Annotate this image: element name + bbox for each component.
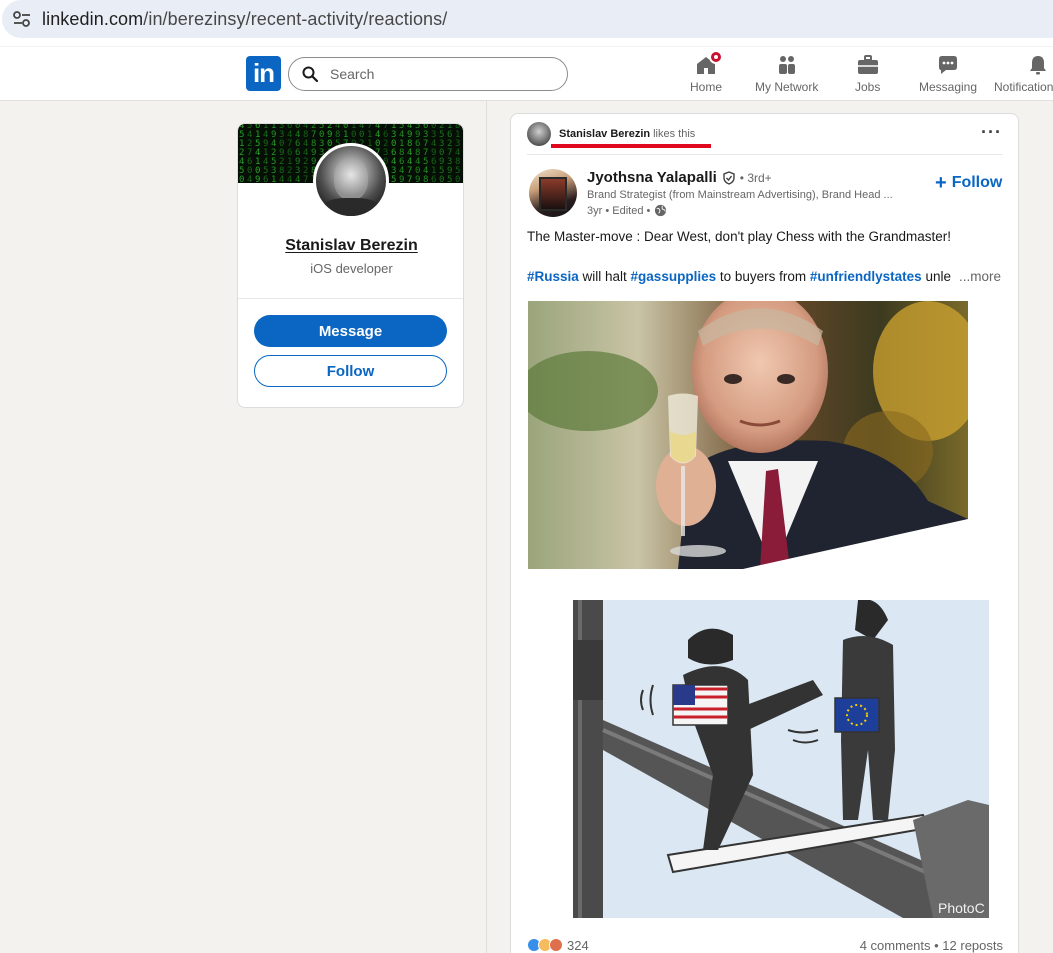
verified-icon: [722, 170, 736, 185]
post-image-cartoon[interactable]: PhotoC: [573, 600, 989, 918]
post-text-fragment: will halt: [578, 269, 631, 284]
hashtag-link[interactable]: #Russia: [527, 269, 579, 284]
url-path: /in/berezinsy/recent-activity/reactions/: [143, 8, 448, 29]
notification-badge: [709, 50, 723, 64]
love-reaction-icon: [549, 938, 563, 952]
post-text-line2: #Russia will halt #gassupplies to buyers…: [527, 269, 1007, 284]
plus-icon: +: [935, 172, 947, 194]
site-settings-icon[interactable]: [2, 0, 42, 38]
home-icon: [694, 50, 723, 77]
browser-address-bar: linkedin.com/in/berezinsy/recent-activit…: [0, 0, 1053, 46]
author-headline: Brand Strategist (from Mainstream Advert…: [587, 189, 893, 201]
profile-title: iOS developer: [310, 261, 393, 276]
activity-actor[interactable]: Stanislav Berezin: [559, 128, 650, 140]
avatar-frame: [539, 177, 567, 211]
hashtag-link[interactable]: #unfriendlystates: [810, 269, 922, 284]
nav-home[interactable]: Home: [690, 50, 723, 97]
matrix-code-column: 6377548: [423, 124, 429, 183]
comments-reposts-count[interactable]: 4 comments • 12 reposts: [860, 938, 1003, 953]
post-meta: 3yr • Edited •: [587, 204, 667, 217]
column-divider: [486, 101, 487, 953]
matrix-code-column: 5418649: [399, 124, 405, 183]
post-text-line1: The Master-move : Dear West, don't play …: [527, 229, 951, 244]
post-text-fragment: to buyers from: [716, 269, 810, 284]
more-options-icon[interactable]: ···: [981, 122, 1002, 143]
actor-avatar[interactable]: [527, 122, 551, 146]
nav-my-network-label: My Network: [755, 80, 819, 94]
feed-post: Stanislav Berezin likes this ··· Jyothsn…: [510, 113, 1019, 953]
nav-notifications-label: Notifications: [994, 80, 1053, 94]
avatar-face: [334, 158, 368, 200]
author-follow-button[interactable]: + Follow: [935, 172, 1003, 194]
briefcase-icon: [856, 53, 880, 77]
nav-home-label: Home: [690, 80, 723, 94]
nav-messaging-label: Messaging: [919, 80, 978, 94]
bell-icon: [1026, 53, 1050, 77]
matrix-code-column: 5968409: [415, 124, 421, 183]
photo-watermark: PhotoC: [938, 900, 985, 916]
nav-jobs[interactable]: Jobs: [855, 53, 880, 97]
author-avatar[interactable]: [529, 169, 577, 217]
matrix-code-column: 1306435: [391, 124, 397, 183]
people-icon: [775, 53, 799, 77]
url-field[interactable]: linkedin.com/in/berezinsy/recent-activit…: [2, 0, 1053, 38]
search-input[interactable]: [330, 66, 550, 82]
matrix-code-column: 1491456: [263, 124, 269, 183]
reaction-icons[interactable]: [527, 938, 563, 952]
divider: [527, 154, 1003, 155]
matrix-code-column: 6476124: [287, 124, 293, 183]
author-name-row: Jyothsna Yalapalli • 3rd+: [587, 169, 772, 186]
nav-jobs-label: Jobs: [855, 80, 881, 94]
profile-name[interactable]: Stanislav Berezin: [238, 237, 463, 255]
avatar-body: [320, 198, 382, 216]
matrix-code-column: 4844227: [303, 124, 309, 183]
matrix-code-column: 8134850: [455, 124, 461, 183]
profile-card: 4512450 5427604 6154109 1491456 1942531 33092…: [237, 123, 464, 408]
connection-degree: • 3rd+: [739, 170, 772, 185]
search-box[interactable]: [288, 57, 568, 91]
matrix-code-column: 6154109: [255, 124, 261, 183]
post-text-fragment: unle: [921, 269, 951, 284]
activity-header: Stanislav Berezin likes this: [527, 122, 696, 146]
url-host: linkedin.com: [42, 8, 144, 29]
search-icon: [302, 66, 318, 82]
profile-avatar[interactable]: [313, 143, 389, 219]
nav-messaging[interactable]: Messaging: [919, 53, 977, 97]
nav-notifications[interactable]: Notifications: [994, 53, 1053, 97]
chat-icon: [936, 53, 960, 77]
global-nav: in Home My Network J: [0, 47, 1053, 101]
matrix-code-column: 1627395: [447, 124, 453, 183]
matrix-code-column: 2530950: [439, 124, 445, 183]
post-time: 3yr • Edited •: [587, 204, 651, 217]
globe-icon: [654, 204, 667, 217]
matrix-code-column: 5427604: [247, 124, 253, 183]
matrix-code-column: 3309284: [279, 124, 285, 183]
post-image-portrait[interactable]: [528, 301, 968, 569]
matrix-code-column: 4512450: [239, 124, 245, 183]
author-follow-label: Follow: [951, 174, 1003, 191]
linkedin-logo[interactable]: in: [246, 56, 281, 91]
author-name[interactable]: Jyothsna Yalapalli: [587, 169, 717, 186]
profile-follow-button[interactable]: Follow: [254, 355, 447, 387]
hashtag-link[interactable]: #gassupplies: [631, 269, 717, 284]
see-more-link[interactable]: ...more: [959, 269, 1001, 284]
reactions-count[interactable]: 324: [567, 938, 589, 953]
matrix-code-column: 1942531: [271, 124, 277, 183]
divider: [238, 298, 463, 299]
matrix-code-column: 4984477: [407, 124, 413, 183]
highlight-underline: [551, 144, 711, 148]
url-text: linkedin.com/in/berezinsy/recent-activit…: [42, 9, 447, 30]
matrix-code-column: 0349616: [431, 124, 437, 183]
matrix-code-column: 0466934: [295, 124, 301, 183]
activity-verb: likes this: [653, 128, 696, 140]
nav-my-network[interactable]: My Network: [755, 53, 818, 97]
social-counts: 324 4 comments • 12 reposts: [527, 936, 1003, 953]
message-button[interactable]: Message: [254, 315, 447, 347]
